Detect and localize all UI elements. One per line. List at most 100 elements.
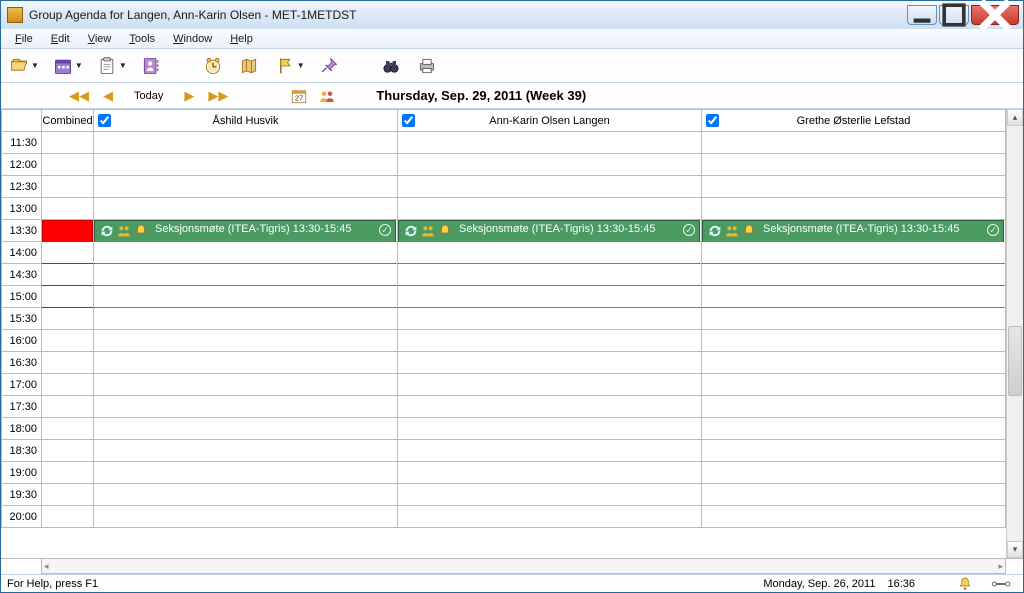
combined-cell[interactable]: [42, 484, 94, 506]
combined-cell[interactable]: [42, 330, 94, 352]
scroll-up-button[interactable]: ▴: [1007, 109, 1023, 126]
calendar-cell[interactable]: [398, 374, 702, 396]
calendar-cell[interactable]: [94, 330, 398, 352]
combined-cell[interactable]: [42, 176, 94, 198]
calendar-cell[interactable]: [702, 440, 1006, 462]
person-visible-checkbox[interactable]: [98, 114, 111, 127]
clock-icon[interactable]: [201, 54, 225, 78]
calendar-cell[interactable]: [94, 506, 398, 528]
calendar-cell[interactable]: [398, 396, 702, 418]
chevron-down-icon[interactable]: ▼: [75, 61, 83, 70]
address-book-icon[interactable]: [139, 54, 163, 78]
calendar-cell[interactable]: [702, 132, 1006, 154]
calendar-cell[interactable]: [398, 484, 702, 506]
scroll-thumb[interactable]: [1008, 326, 1022, 396]
vertical-scrollbar[interactable]: ▴ ▾: [1006, 109, 1023, 558]
clipboard-icon[interactable]: [95, 54, 119, 78]
calendar-cell[interactable]: [702, 418, 1006, 440]
calendar-cell[interactable]: [398, 462, 702, 484]
combined-cell[interactable]: [42, 506, 94, 528]
calendar-cell[interactable]: [398, 132, 702, 154]
menu-file[interactable]: File: [7, 31, 41, 47]
first-day-button[interactable]: ◀◀: [67, 88, 91, 104]
next-day-button[interactable]: ▶: [182, 88, 196, 104]
calendar-cell[interactable]: [94, 286, 398, 308]
scroll-down-button[interactable]: ▾: [1007, 541, 1023, 558]
calendar-cell[interactable]: [702, 462, 1006, 484]
calendar-cell[interactable]: [398, 330, 702, 352]
calendar-cell[interactable]: [94, 396, 398, 418]
combined-cell[interactable]: [42, 286, 94, 308]
combined-cell[interactable]: [42, 154, 94, 176]
calendar-cell[interactable]: [702, 242, 1006, 264]
combined-cell[interactable]: [42, 396, 94, 418]
calendar-cell[interactable]: [398, 198, 702, 220]
calendar-cell[interactable]: [398, 286, 702, 308]
calendar-cell[interactable]: [702, 308, 1006, 330]
calendar-cell[interactable]: [94, 352, 398, 374]
calendar-cell[interactable]: [398, 506, 702, 528]
calendar-cell[interactable]: [702, 396, 1006, 418]
calendar-cell[interactable]: [398, 176, 702, 198]
calendar-cell[interactable]: [94, 176, 398, 198]
date-picker-icon[interactable]: 27: [290, 87, 308, 105]
menu-view[interactable]: View: [80, 31, 120, 47]
combined-cell[interactable]: [42, 418, 94, 440]
maximize-button[interactable]: [939, 5, 969, 25]
menu-help[interactable]: Help: [222, 31, 261, 47]
calendar-cell[interactable]: [94, 242, 398, 264]
calendar-cell[interactable]: [398, 352, 702, 374]
close-button[interactable]: [971, 5, 1019, 25]
combined-cell[interactable]: [42, 440, 94, 462]
combined-cell[interactable]: [42, 132, 94, 154]
calendar-cell[interactable]: [702, 198, 1006, 220]
calendar-cell[interactable]: [398, 264, 702, 286]
chevron-down-icon[interactable]: ▼: [297, 61, 305, 70]
calendar-cell[interactable]: [94, 198, 398, 220]
combined-cell[interactable]: [42, 308, 94, 330]
pin-icon[interactable]: [317, 54, 341, 78]
calendar-cell[interactable]: Seksjonsmøte (ITEA-Tigris) 13:30-15:45✓: [94, 220, 398, 242]
calendar-cell[interactable]: [702, 352, 1006, 374]
calendar-cell[interactable]: [702, 176, 1006, 198]
menu-edit[interactable]: Edit: [43, 31, 78, 47]
chevron-down-icon[interactable]: ▼: [119, 61, 127, 70]
calendar-cell[interactable]: [702, 330, 1006, 352]
combined-cell[interactable]: [42, 264, 94, 286]
flag-icon[interactable]: [273, 54, 297, 78]
calendar-cell[interactable]: [94, 440, 398, 462]
last-day-button[interactable]: ▶▶: [206, 88, 230, 104]
calendar-cell[interactable]: [94, 308, 398, 330]
combined-cell[interactable]: [42, 352, 94, 374]
chevron-down-icon[interactable]: ▼: [31, 61, 39, 70]
calendar-cell[interactable]: [702, 286, 1006, 308]
calendar-cell[interactable]: [94, 264, 398, 286]
calendar-cell[interactable]: [702, 154, 1006, 176]
minimize-button[interactable]: [907, 5, 937, 25]
calendar-cell[interactable]: [94, 462, 398, 484]
combined-cell[interactable]: [42, 242, 94, 264]
open-icon[interactable]: [7, 54, 31, 78]
bell-icon[interactable]: [957, 576, 973, 592]
calendar-cell[interactable]: [398, 154, 702, 176]
combined-cell[interactable]: [42, 374, 94, 396]
person-visible-checkbox[interactable]: [706, 114, 719, 127]
calendar-cell[interactable]: [398, 308, 702, 330]
combined-cell[interactable]: [42, 220, 94, 242]
today-button[interactable]: Today: [125, 88, 172, 104]
horizontal-scrollbar[interactable]: ◂▸: [41, 558, 1006, 574]
calendar-cell[interactable]: Seksjonsmøte (ITEA-Tigris) 13:30-15:45✓: [398, 220, 702, 242]
calendar-cell[interactable]: [398, 440, 702, 462]
binoculars-icon[interactable]: [379, 54, 403, 78]
combined-cell[interactable]: [42, 462, 94, 484]
calendar-cell[interactable]: [94, 484, 398, 506]
group-icon[interactable]: [318, 87, 336, 105]
calendar-cell[interactable]: [702, 264, 1006, 286]
calendar-cell[interactable]: [94, 132, 398, 154]
calendar-cell[interactable]: [94, 418, 398, 440]
calendar-cell[interactable]: [94, 374, 398, 396]
menu-window[interactable]: Window: [165, 31, 220, 47]
print-icon[interactable]: [415, 54, 439, 78]
calendar-cell[interactable]: [702, 506, 1006, 528]
calendar-icon[interactable]: [51, 54, 75, 78]
